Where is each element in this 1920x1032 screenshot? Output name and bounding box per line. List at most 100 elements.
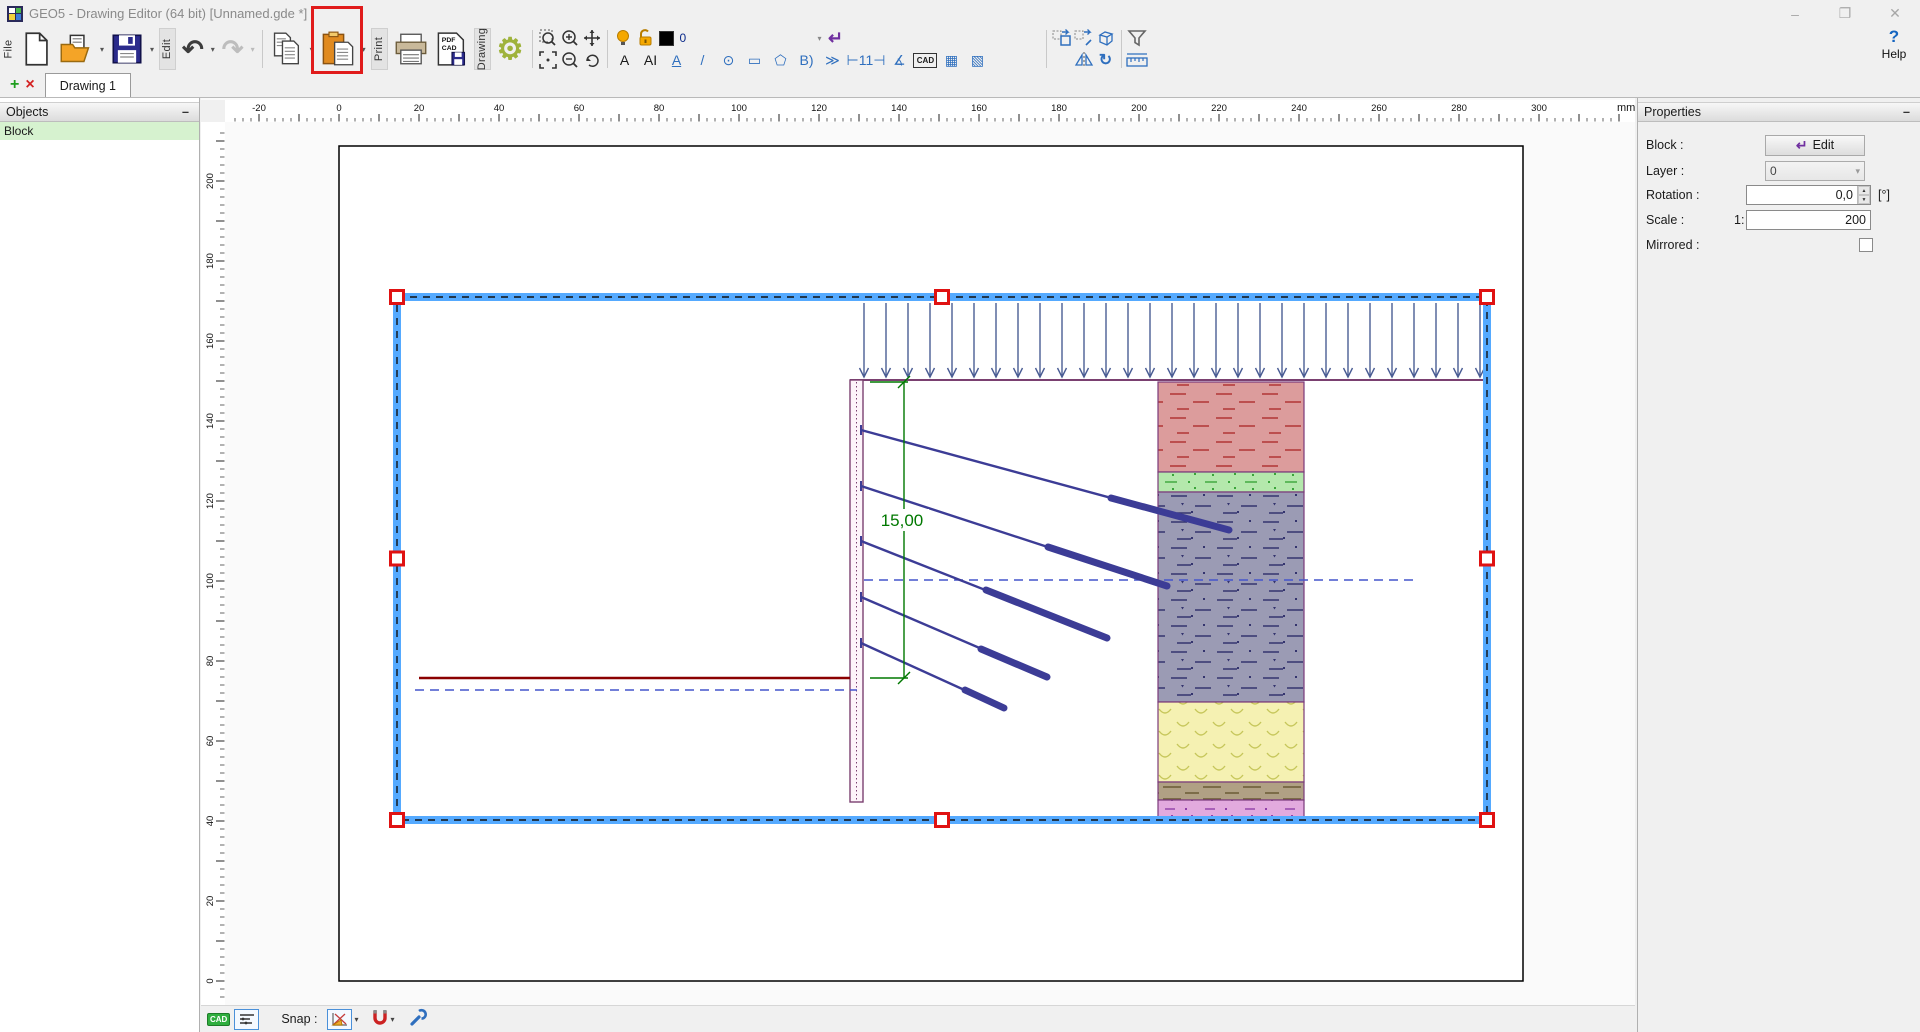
save-dropdown-arrow[interactable]: ▾ [147, 27, 157, 71]
dimension-tool-icon[interactable]: ⊢11⊣ [847, 50, 886, 70]
explode-block-icon[interactable] [1095, 28, 1117, 48]
settings-gear-icon[interactable]: ⚙ [493, 27, 528, 71]
mirror-icon[interactable] [1073, 50, 1095, 70]
selection-handle[interactable] [1481, 291, 1494, 304]
selection-handle[interactable] [1481, 552, 1494, 565]
copy-properties-icon[interactable] [1073, 28, 1095, 48]
rotation-label: Rotation : [1646, 188, 1700, 202]
svg-text:140: 140 [891, 103, 907, 114]
copy-button[interactable] [267, 27, 307, 71]
toolbar-separator [1121, 30, 1122, 68]
magnet-dropdown-arrow[interactable]: ▾ [391, 1015, 395, 1024]
layer-combo-dropdown-arrow[interactable]: ▾ [815, 34, 825, 43]
table-tool-icon[interactable]: ▦ [939, 50, 963, 70]
filter-icon[interactable] [1126, 28, 1148, 48]
svg-text:140: 140 [205, 413, 216, 429]
apply-enter-icon[interactable]: ↵ [825, 28, 847, 48]
polygon-tool-icon[interactable]: ⬠ [769, 50, 793, 70]
drawing-section-label[interactable]: Drawing [474, 28, 491, 70]
color-swatch[interactable] [656, 28, 678, 48]
settings-wrench-icon[interactable] [409, 1008, 427, 1031]
svg-text:120: 120 [205, 493, 216, 509]
redo-dropdown-arrow[interactable]: ▾ [248, 27, 258, 71]
copy-format-icon[interactable] [1051, 28, 1073, 48]
svg-text:160: 160 [205, 333, 216, 349]
selection-handle[interactable] [936, 814, 949, 827]
svg-text:20: 20 [205, 896, 216, 907]
properties-minimize-button[interactable]: – [1899, 105, 1914, 119]
line-style-button[interactable] [234, 1009, 259, 1030]
block-edit-button[interactable]: ↵ Edit [1765, 135, 1865, 156]
objects-minimize-button[interactable]: – [178, 105, 193, 119]
svg-text:40: 40 [205, 816, 216, 827]
image-tool-icon[interactable]: ▧ [965, 50, 989, 70]
pdf-cad-export-button[interactable]: PDFCAD [432, 27, 472, 71]
properties-panel: Properties – Block : ↵ Edit Layer : 0 ▾ … [1637, 98, 1920, 1032]
line-tool-icon[interactable]: / [691, 50, 715, 70]
selection-handle[interactable] [391, 814, 404, 827]
circle-tool-icon[interactable]: ⊙ [717, 50, 741, 70]
add-tab-button[interactable]: + [10, 76, 19, 94]
layer-dropdown[interactable]: 0 ▾ [1765, 161, 1865, 181]
pan-icon[interactable] [581, 28, 603, 48]
snap-dropdown-arrow[interactable]: ▾ [354, 1015, 358, 1024]
tab-drawing-1[interactable]: Drawing 1 [45, 73, 131, 97]
rotation-spinner[interactable]: ▲▼ [1857, 186, 1870, 204]
drawing-canvas[interactable]: -200204060801001201401601802002202402602… [201, 100, 1635, 1005]
edit-section-label[interactable]: Edit [159, 28, 176, 70]
measure-ruler-icon[interactable] [1126, 50, 1148, 70]
window-title: GEO5 - Drawing Editor (64 bit) [Unnamed.… [29, 6, 307, 21]
close-button[interactable]: ✕ [1870, 0, 1920, 27]
zoom-out-icon[interactable] [559, 50, 581, 70]
svg-text:200: 200 [1131, 103, 1147, 114]
text-tool-icon[interactable]: A [613, 50, 637, 70]
new-file-button[interactable] [17, 27, 55, 71]
zoom-previous-icon[interactable] [581, 50, 603, 70]
selection-handle[interactable] [391, 291, 404, 304]
remove-tab-button[interactable]: × [25, 76, 34, 94]
lock-icon[interactable] [634, 28, 656, 48]
drawing-canvas-area[interactable]: -200204060801001201401601802002202402602… [201, 98, 1635, 1032]
svg-text:-20: -20 [252, 103, 266, 114]
scale-input[interactable]: 200 [1746, 210, 1871, 230]
redo-button[interactable]: ↷ [218, 27, 248, 71]
rectangle-tool-icon[interactable]: ▭ [743, 50, 767, 70]
open-dropdown-arrow[interactable]: ▾ [97, 27, 107, 71]
undo-dropdown-arrow[interactable]: ▾ [208, 27, 218, 71]
svg-text:200: 200 [205, 173, 216, 189]
paste-dropdown-arrow[interactable]: ▾ [359, 45, 369, 54]
cad-mode-badge[interactable]: CAD [207, 1013, 230, 1026]
print-section-label[interactable]: Print [371, 28, 388, 70]
zoom-in-icon[interactable] [559, 28, 581, 48]
visibility-bulb-icon[interactable] [612, 28, 634, 48]
zoom-window-icon[interactable] [537, 28, 559, 48]
print-button[interactable] [390, 27, 432, 71]
spline-tool-icon[interactable]: B) [795, 50, 819, 70]
rotation-input[interactable]: 0,0 ▲▼ [1746, 185, 1871, 205]
status-bar: CAD Snap : ▾ ▾ [201, 1005, 1635, 1032]
minimize-button[interactable]: – [1770, 0, 1820, 27]
mirrored-checkbox[interactable] [1859, 238, 1873, 252]
cad-block-tool-icon[interactable]: CAD [913, 53, 937, 68]
mirrored-label: Mirrored : [1646, 238, 1699, 252]
open-file-button[interactable] [55, 27, 97, 71]
main-toolbar: File ▾ ▾ Edit ↶ ▾ ↷ ▾ ▾ ▾ Print PDFCAD D… [0, 27, 1920, 71]
selection-handle[interactable] [391, 552, 404, 565]
save-button[interactable] [107, 27, 147, 71]
multiline-text-tool-icon[interactable]: AI [639, 50, 663, 70]
copy-dropdown-arrow[interactable]: ▾ [307, 27, 317, 71]
angle-dimension-tool-icon[interactable]: ∡ [887, 50, 911, 70]
maximize-button[interactable]: ❐ [1820, 0, 1870, 27]
styled-text-tool-icon[interactable]: A [665, 50, 689, 70]
selection-handle[interactable] [936, 291, 949, 304]
rotate-icon[interactable]: ↻ [1095, 50, 1117, 70]
parallel-tool-icon[interactable]: ≫ [821, 50, 845, 70]
zoom-fit-icon[interactable] [537, 50, 559, 70]
snap-mode-button[interactable] [327, 1009, 352, 1030]
help-button[interactable]: ? Help [1874, 29, 1914, 61]
magnet-snap-icon[interactable] [371, 1008, 389, 1031]
paste-button[interactable] [317, 29, 359, 69]
undo-button[interactable]: ↶ [178, 27, 208, 71]
selection-handle[interactable] [1481, 814, 1494, 827]
object-list-item-block[interactable]: Block [0, 122, 199, 140]
